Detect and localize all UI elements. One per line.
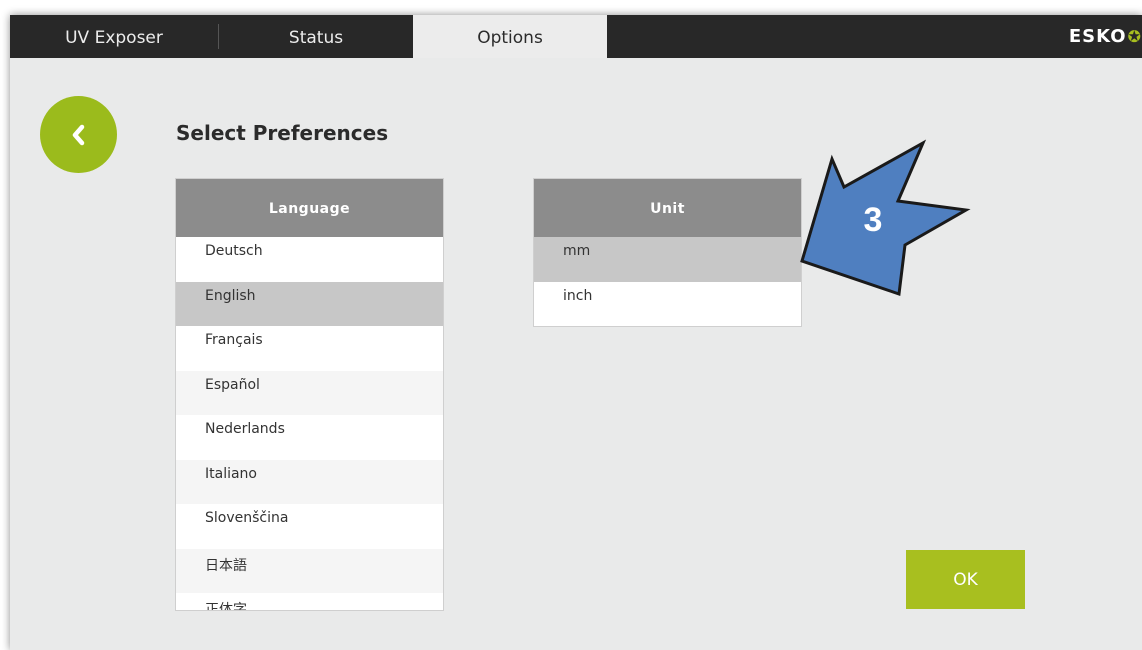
brand-name: ESKO xyxy=(1068,25,1127,47)
brand-logo: ESKO ✪ xyxy=(1069,15,1142,58)
arrow-pointer-icon: 3 xyxy=(800,139,971,297)
unit-item-inch[interactable]: inch xyxy=(534,282,801,327)
ok-button[interactable]: OK xyxy=(906,550,1025,609)
language-item-italiano[interactable]: Italiano xyxy=(176,459,443,504)
chevron-left-icon xyxy=(72,124,84,145)
tab-bar: UV Exposer Status Options ESKO ✪ xyxy=(10,15,1142,58)
language-list-header: Language xyxy=(176,179,443,237)
language-item-english[interactable]: English xyxy=(176,281,443,326)
tab-status[interactable]: Status xyxy=(219,15,413,58)
language-list: Language Deutsch English Français Españo… xyxy=(175,178,444,611)
language-item-slovenscina[interactable]: Slovenščina xyxy=(176,504,443,549)
page-title: Select Preferences xyxy=(176,121,389,145)
esko-logo-icon: ✪ xyxy=(1127,26,1142,46)
language-item-nederlands[interactable]: Nederlands xyxy=(176,415,443,460)
tab-options[interactable]: Options xyxy=(413,15,607,58)
tab-uv-exposer[interactable]: UV Exposer xyxy=(10,15,218,58)
back-button[interactable] xyxy=(40,96,117,173)
language-item-japanese[interactable]: 日本語 xyxy=(176,548,443,593)
language-item-deutsch[interactable]: Deutsch xyxy=(176,237,443,282)
unit-list-header: Unit xyxy=(534,179,801,237)
unit-item-mm[interactable]: mm xyxy=(534,237,801,282)
language-item-traditional-chinese[interactable]: 正体字 xyxy=(176,593,443,610)
callout-number: 3 xyxy=(864,201,883,239)
language-item-espanol[interactable]: Español xyxy=(176,370,443,415)
unit-list: Unit mm inch xyxy=(533,178,802,327)
language-item-francais[interactable]: Français xyxy=(176,326,443,371)
app-window: UV Exposer Status Options ESKO ✪ Select … xyxy=(10,15,1142,650)
